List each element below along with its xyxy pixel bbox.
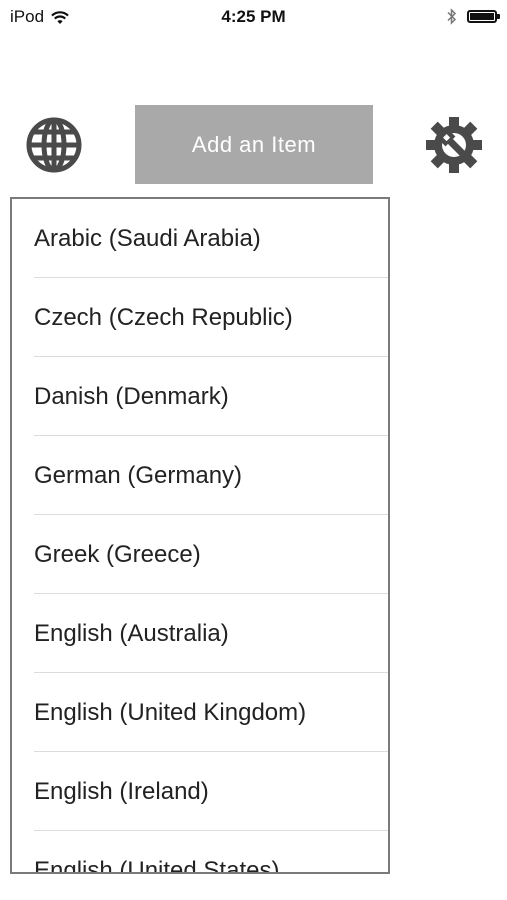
bluetooth-icon: [447, 8, 457, 25]
language-label: English (United Kingdom): [34, 698, 307, 726]
gear-wrench-icon: [426, 117, 482, 173]
language-button[interactable]: [24, 115, 84, 175]
language-list-item[interactable]: English (United Kingdom): [12, 673, 388, 752]
settings-button[interactable]: [424, 115, 484, 175]
language-label: Greek (Greece): [34, 540, 201, 568]
language-list-item[interactable]: English (Ireland): [12, 752, 388, 831]
language-label: English (United States): [34, 856, 280, 874]
language-list-item[interactable]: Danish (Denmark): [12, 357, 388, 436]
globe-icon: [26, 117, 82, 173]
language-label: Danish (Denmark): [34, 382, 229, 410]
language-label: German (Germany): [34, 461, 243, 489]
language-label: Czech (Czech Republic): [34, 303, 293, 331]
language-label: English (Australia): [34, 619, 229, 647]
language-label: English (Ireland): [34, 777, 209, 805]
add-item-button[interactable]: Add an Item: [135, 105, 373, 184]
language-list-item[interactable]: English (Australia): [12, 594, 388, 673]
language-list-item[interactable]: German (Germany): [12, 436, 388, 515]
status-bar: iPod 4:25 PM: [0, 0, 507, 34]
language-label: Arabic (Saudi Arabia): [34, 224, 261, 252]
status-right-group: [447, 8, 500, 25]
language-list[interactable]: Arabic (Saudi Arabia) Czech (Czech Repub…: [10, 197, 390, 874]
status-time: 4:25 PM: [221, 7, 286, 26]
app-screen: iPod 4:25 PM Add an Item Arabic (Saudi A…: [0, 0, 507, 900]
battery-icon: [467, 10, 500, 23]
battery-level: [470, 13, 494, 20]
language-list-item[interactable]: Czech (Czech Republic): [12, 278, 388, 357]
language-list-item[interactable]: Greek (Greece): [12, 515, 388, 594]
language-list-item[interactable]: English (United States): [12, 831, 388, 874]
language-list-item[interactable]: Arabic (Saudi Arabia): [12, 199, 388, 278]
